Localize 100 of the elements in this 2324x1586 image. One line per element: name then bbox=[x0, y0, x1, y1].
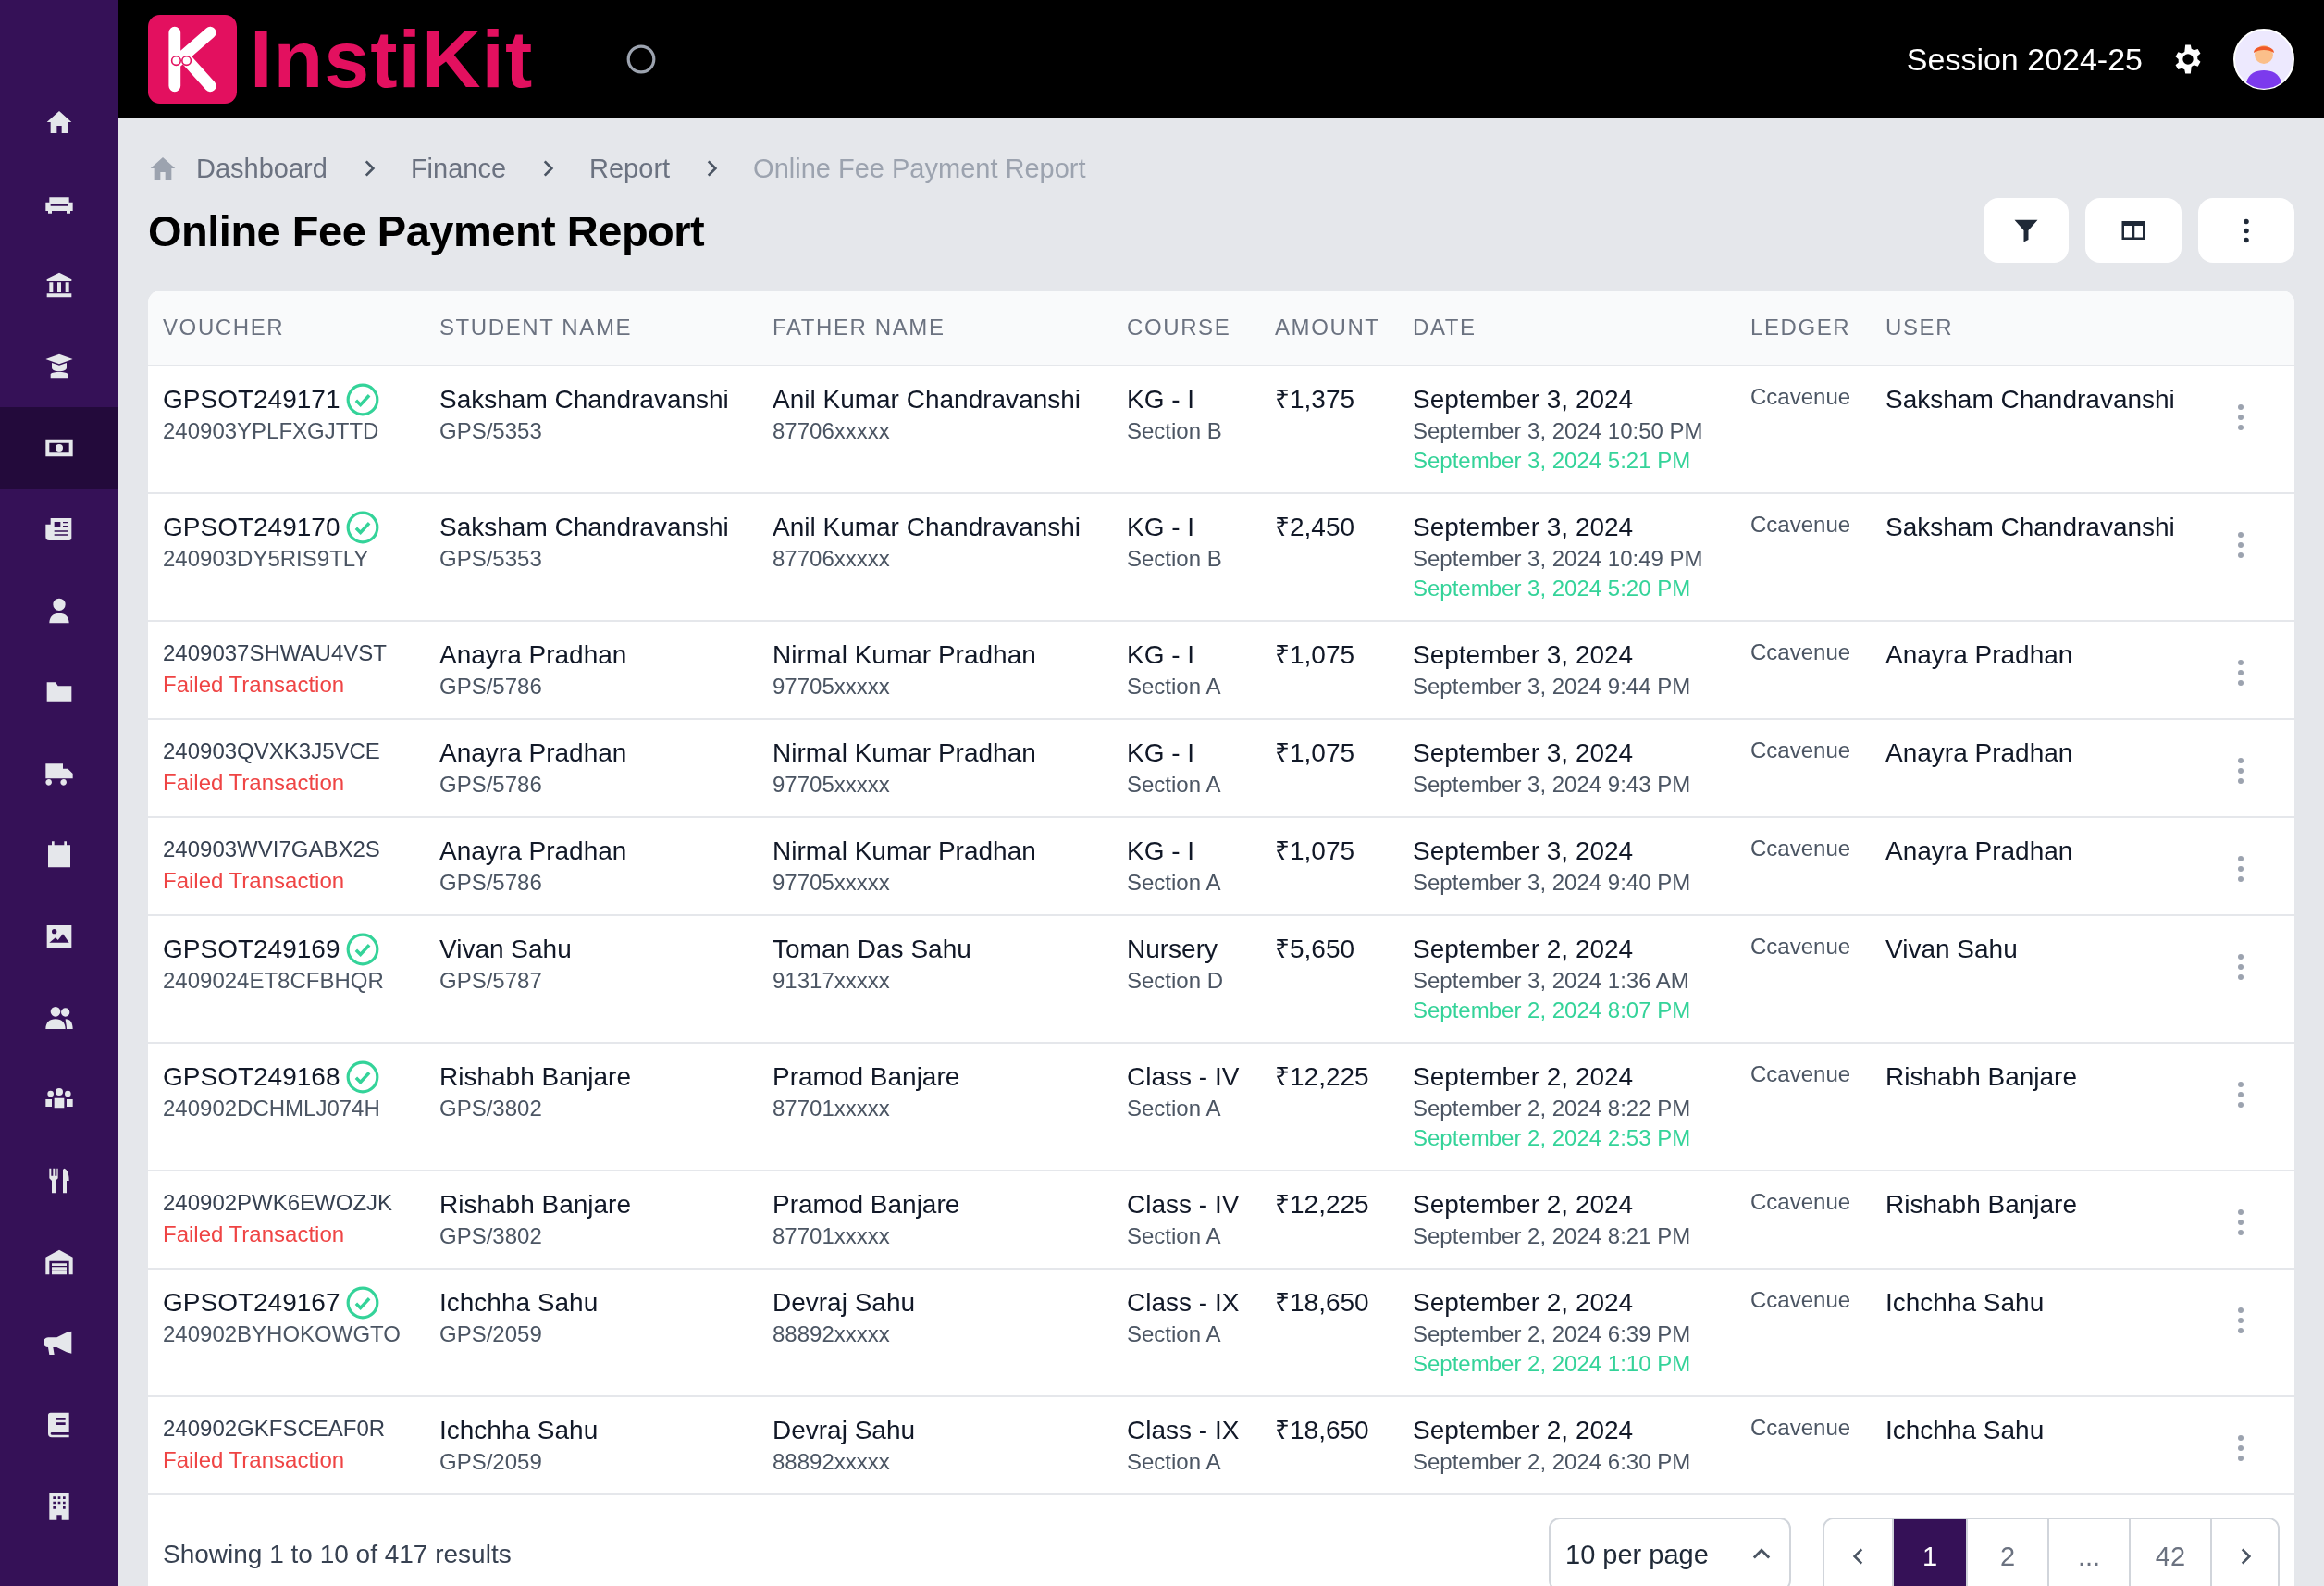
course-name: KG - I bbox=[1127, 384, 1195, 415]
more-icon bbox=[2244, 217, 2249, 243]
user-name: Anayra Pradhan bbox=[1885, 639, 2073, 671]
payment-date: September 2, 2024 bbox=[1413, 1415, 1634, 1446]
course-name: Class - IV bbox=[1127, 1189, 1240, 1220]
admission-number: GPS/5786 bbox=[439, 673, 542, 700]
failed-status: Failed Transaction bbox=[163, 1220, 345, 1248]
filter-button[interactable] bbox=[1984, 198, 2069, 263]
session-label[interactable]: Session 2024-25 bbox=[1906, 41, 2143, 78]
page-button[interactable]: 1 bbox=[1892, 1519, 1966, 1586]
course-name: Class - IX bbox=[1127, 1287, 1240, 1319]
results-summary: Showing 1 to 10 of 417 results bbox=[163, 1540, 512, 1569]
admission-number: GPS/3802 bbox=[439, 1222, 542, 1250]
amount: ₹18,650 bbox=[1275, 1287, 1369, 1319]
payment-date: September 2, 2024 bbox=[1413, 1189, 1634, 1220]
logo-icon bbox=[148, 15, 237, 104]
student-name: Ichchha Sahu bbox=[439, 1415, 599, 1446]
section-name: Section A bbox=[1127, 1095, 1221, 1122]
voucher-number: GPSOT249168 bbox=[163, 1061, 340, 1093]
check-circle-icon bbox=[345, 1285, 381, 1320]
section-name: Section A bbox=[1127, 1320, 1221, 1348]
student-name: Anayra Pradhan bbox=[439, 836, 627, 867]
breadcrumb-item: Online Fee Payment Report bbox=[753, 153, 1086, 184]
father-name: Toman Das Sahu bbox=[773, 934, 971, 965]
column-header: AMOUNT bbox=[1275, 315, 1381, 341]
user-name: Rishabh Banjare bbox=[1885, 1189, 2078, 1220]
payment-date: September 2, 2024 bbox=[1413, 1287, 1634, 1319]
check-circle-icon bbox=[345, 932, 381, 967]
course-name: Class - IV bbox=[1127, 1061, 1240, 1093]
phone-number: 87701xxxxx bbox=[773, 1222, 890, 1250]
reference-number: 240903YPLFXGJTTD bbox=[163, 417, 379, 445]
check-circle-icon bbox=[345, 382, 381, 417]
breadcrumb-item[interactable]: Report bbox=[589, 153, 671, 184]
father-name: Anil Kumar Chandravanshi bbox=[773, 512, 1082, 543]
course-name: KG - I bbox=[1127, 737, 1195, 769]
student-name: Saksham Chandravanshi bbox=[439, 384, 729, 415]
amount: ₹12,225 bbox=[1275, 1061, 1369, 1093]
course-name: KG - I bbox=[1127, 836, 1195, 867]
reference-number: 2409037SHWAU4VST bbox=[163, 639, 387, 667]
phone-number: 88892xxxxx bbox=[773, 1320, 890, 1348]
student-name: Anayra Pradhan bbox=[439, 639, 627, 671]
paid-time: September 2, 2024 8:07 PM bbox=[1413, 997, 1691, 1024]
amount: ₹1,075 bbox=[1275, 737, 1355, 769]
student-name: Ichchha Sahu bbox=[439, 1287, 599, 1319]
admission-number: GPS/3802 bbox=[439, 1095, 542, 1122]
admission-number: GPS/2059 bbox=[439, 1320, 542, 1348]
father-name: Pramod Banjare bbox=[773, 1061, 960, 1093]
student-name: Rishabh Banjare bbox=[439, 1061, 632, 1093]
phone-number: 97705xxxxx bbox=[773, 673, 890, 700]
payment-date: September 2, 2024 bbox=[1413, 934, 1634, 965]
breadcrumb-item[interactable]: Dashboard bbox=[196, 153, 328, 184]
course-name: KG - I bbox=[1127, 639, 1195, 671]
ledger-name: Ccavenue bbox=[1750, 737, 1851, 764]
student-name: Anayra Pradhan bbox=[439, 737, 627, 769]
father-name: Nirmal Kumar Pradhan bbox=[773, 639, 1036, 671]
failed-status: Failed Transaction bbox=[163, 1446, 345, 1474]
check-circle-icon bbox=[345, 510, 381, 545]
payment-date: September 3, 2024 bbox=[1413, 512, 1634, 543]
voucher-number: GPSOT249167 bbox=[163, 1287, 340, 1319]
admission-number: GPS/2059 bbox=[439, 1448, 542, 1476]
sidebar-item[interactable] bbox=[0, 407, 118, 489]
payment-date: September 2, 2024 bbox=[1413, 1061, 1634, 1093]
father-name: Devraj Sahu bbox=[773, 1415, 916, 1446]
columns-button[interactable] bbox=[2085, 198, 2182, 263]
student-name: Vivan Sahu bbox=[439, 934, 572, 965]
breadcrumb-item[interactable]: Finance bbox=[410, 153, 507, 184]
father-name: Pramod Banjare bbox=[773, 1189, 960, 1220]
amount: ₹1,075 bbox=[1275, 836, 1355, 867]
phone-number: 97705xxxxx bbox=[773, 869, 890, 897]
section-name: Section D bbox=[1127, 967, 1224, 995]
column-header: STUDENT NAME bbox=[439, 315, 634, 341]
created-time: September 2, 2024 8:22 PM bbox=[1413, 1095, 1691, 1122]
user-name: Anayra Pradhan bbox=[1885, 836, 2073, 867]
created-time: September 2, 2024 8:21 PM bbox=[1413, 1222, 1691, 1250]
ledger-name: Ccavenue bbox=[1750, 835, 1851, 862]
reference-number: 240902PWK6EWOZJK bbox=[163, 1189, 393, 1217]
phone-number: 88892xxxxx bbox=[773, 1448, 890, 1476]
user-name: Saksham Chandravanshi bbox=[1885, 512, 2175, 543]
phone-number: 91317xxxxx bbox=[773, 967, 890, 995]
paid-time: September 2, 2024 1:10 PM bbox=[1413, 1350, 1691, 1378]
payment-date: September 3, 2024 bbox=[1413, 836, 1634, 867]
avatar[interactable] bbox=[2233, 29, 2294, 90]
voucher-number: GPSOT249170 bbox=[163, 512, 340, 543]
section-name: Section A bbox=[1127, 1448, 1221, 1476]
user-name: Vivan Sahu bbox=[1885, 934, 2018, 965]
user-name: Anayra Pradhan bbox=[1885, 737, 2073, 769]
column-header: USER bbox=[1885, 315, 1955, 341]
created-time: September 3, 2024 9:43 PM bbox=[1413, 771, 1691, 799]
created-time: September 2, 2024 6:39 PM bbox=[1413, 1320, 1691, 1348]
ledger-name: Ccavenue bbox=[1750, 511, 1851, 539]
amount: ₹5,650 bbox=[1275, 934, 1355, 965]
section-name: Section A bbox=[1127, 1222, 1221, 1250]
amount: ₹1,375 bbox=[1275, 384, 1355, 415]
check-circle-icon bbox=[345, 1059, 381, 1095]
father-name: Nirmal Kumar Pradhan bbox=[773, 836, 1036, 867]
created-time: September 2, 2024 6:30 PM bbox=[1413, 1448, 1691, 1476]
per-page-dropdown[interactable]: 10 per page bbox=[1549, 1518, 1791, 1586]
father-name: Anil Kumar Chandravanshi bbox=[773, 384, 1082, 415]
created-time: September 3, 2024 9:40 PM bbox=[1413, 869, 1691, 897]
admission-number: GPS/5786 bbox=[439, 869, 542, 897]
